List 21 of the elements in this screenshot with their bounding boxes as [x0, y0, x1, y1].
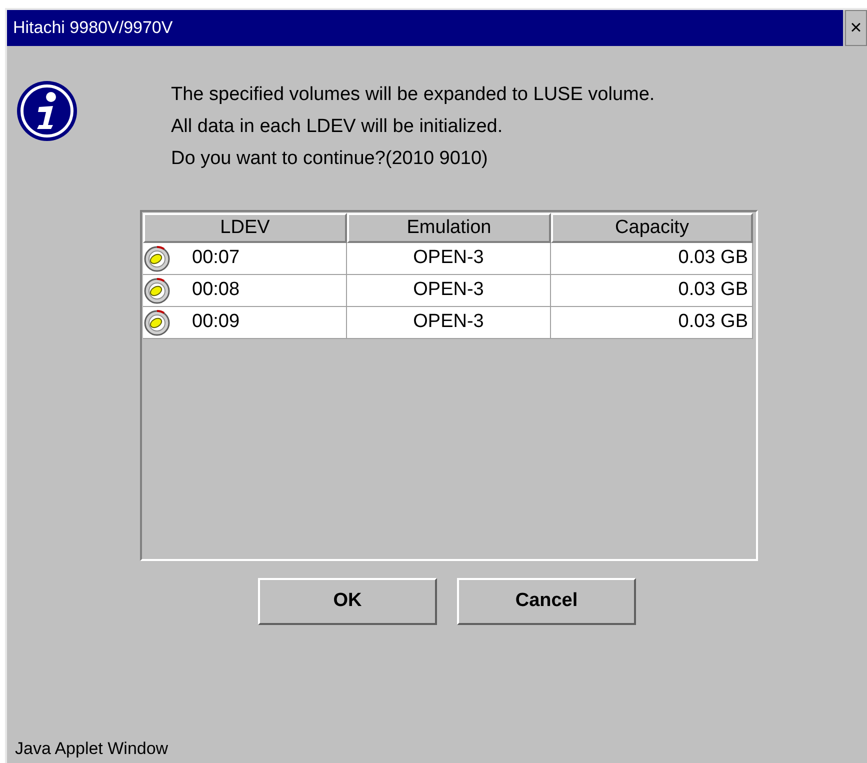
- table-cell-text: 00:07: [192, 246, 240, 270]
- message-line: Do you want to continue?(2010 9010): [171, 147, 489, 170]
- column-header[interactable]: LDEV: [143, 213, 347, 243]
- table-cell: OPEN-3: [347, 275, 551, 307]
- table-cell: OPEN-3: [347, 307, 551, 339]
- column-header[interactable]: Capacity: [551, 213, 753, 243]
- table-cell: OPEN-3: [347, 243, 551, 275]
- table-cell-text: 00:09: [192, 310, 240, 334]
- table-cell-text: 00:08: [192, 278, 240, 302]
- info-icon: [15, 79, 79, 143]
- dialog-button[interactable]: OK: [258, 578, 437, 625]
- window-title: Hitachi 9980V/9970V: [13, 17, 173, 40]
- status-text: Java Applet Window: [15, 738, 170, 760]
- table-cell: 0.03 GB: [551, 275, 753, 307]
- table-cell: 0.03 GB: [551, 307, 753, 339]
- message-line: The specified volumes will be expanded to LUSE volume.: [171, 83, 655, 106]
- column-header[interactable]: Emulation: [347, 213, 551, 243]
- close-button[interactable]: ×: [845, 10, 867, 46]
- table-cell: 0.03 GB: [551, 243, 753, 275]
- dialog-button[interactable]: Cancel: [457, 578, 636, 625]
- message-line: All data in each LDEV will be initialized.: [171, 115, 504, 138]
